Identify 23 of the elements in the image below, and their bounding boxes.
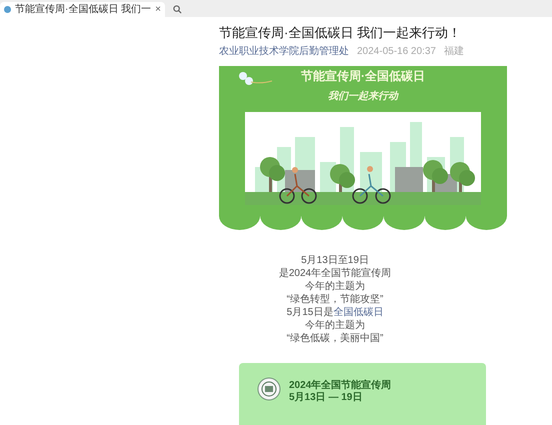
globe-icon (4, 6, 11, 13)
search-icon[interactable] (172, 5, 182, 14)
author-link[interactable]: 农业职业技术学院后勤管理处 (219, 47, 349, 57)
location-text: 福建 (444, 47, 464, 57)
body-text: “绿色低碳，美丽中国” (286, 332, 384, 345)
flower-icon (237, 70, 273, 88)
body-text: 今年的主题为 (305, 319, 365, 332)
body-text: 5月15日是全国低碳日 (286, 306, 384, 319)
banner-title: 节能宣传周·全国低碳日 (301, 69, 425, 83)
article-title: 节能宣传周·全国低碳日 我们一起来行动！ (219, 25, 462, 41)
banner-subtitle: 我们一起来行动 (328, 91, 398, 103)
card-title: 2024年全国节能宣传周 (289, 380, 392, 392)
close-button[interactable]: × (155, 4, 161, 14)
tab-title: 节能宣传周·全国低碳日 我们一 (15, 4, 152, 14)
body-text: “绿色转型，节能攻坚” (286, 293, 384, 306)
low-carbon-day-link[interactable]: 全国低碳日 (333, 307, 384, 318)
browser-tab[interactable]: 节能宣传周·全国低碳日 我们一 × (0, 2, 165, 17)
body-text: 是2024年全国节能宣传周 (278, 267, 392, 280)
body-text: 5月13日至19日 (301, 254, 369, 267)
card-subtitle: 5月13日 — 19日 (289, 392, 364, 404)
emblem-icon (257, 377, 281, 401)
body-text: 今年的主题为 (305, 280, 365, 293)
publish-date: 2024-05-16 20:37 (357, 47, 436, 57)
